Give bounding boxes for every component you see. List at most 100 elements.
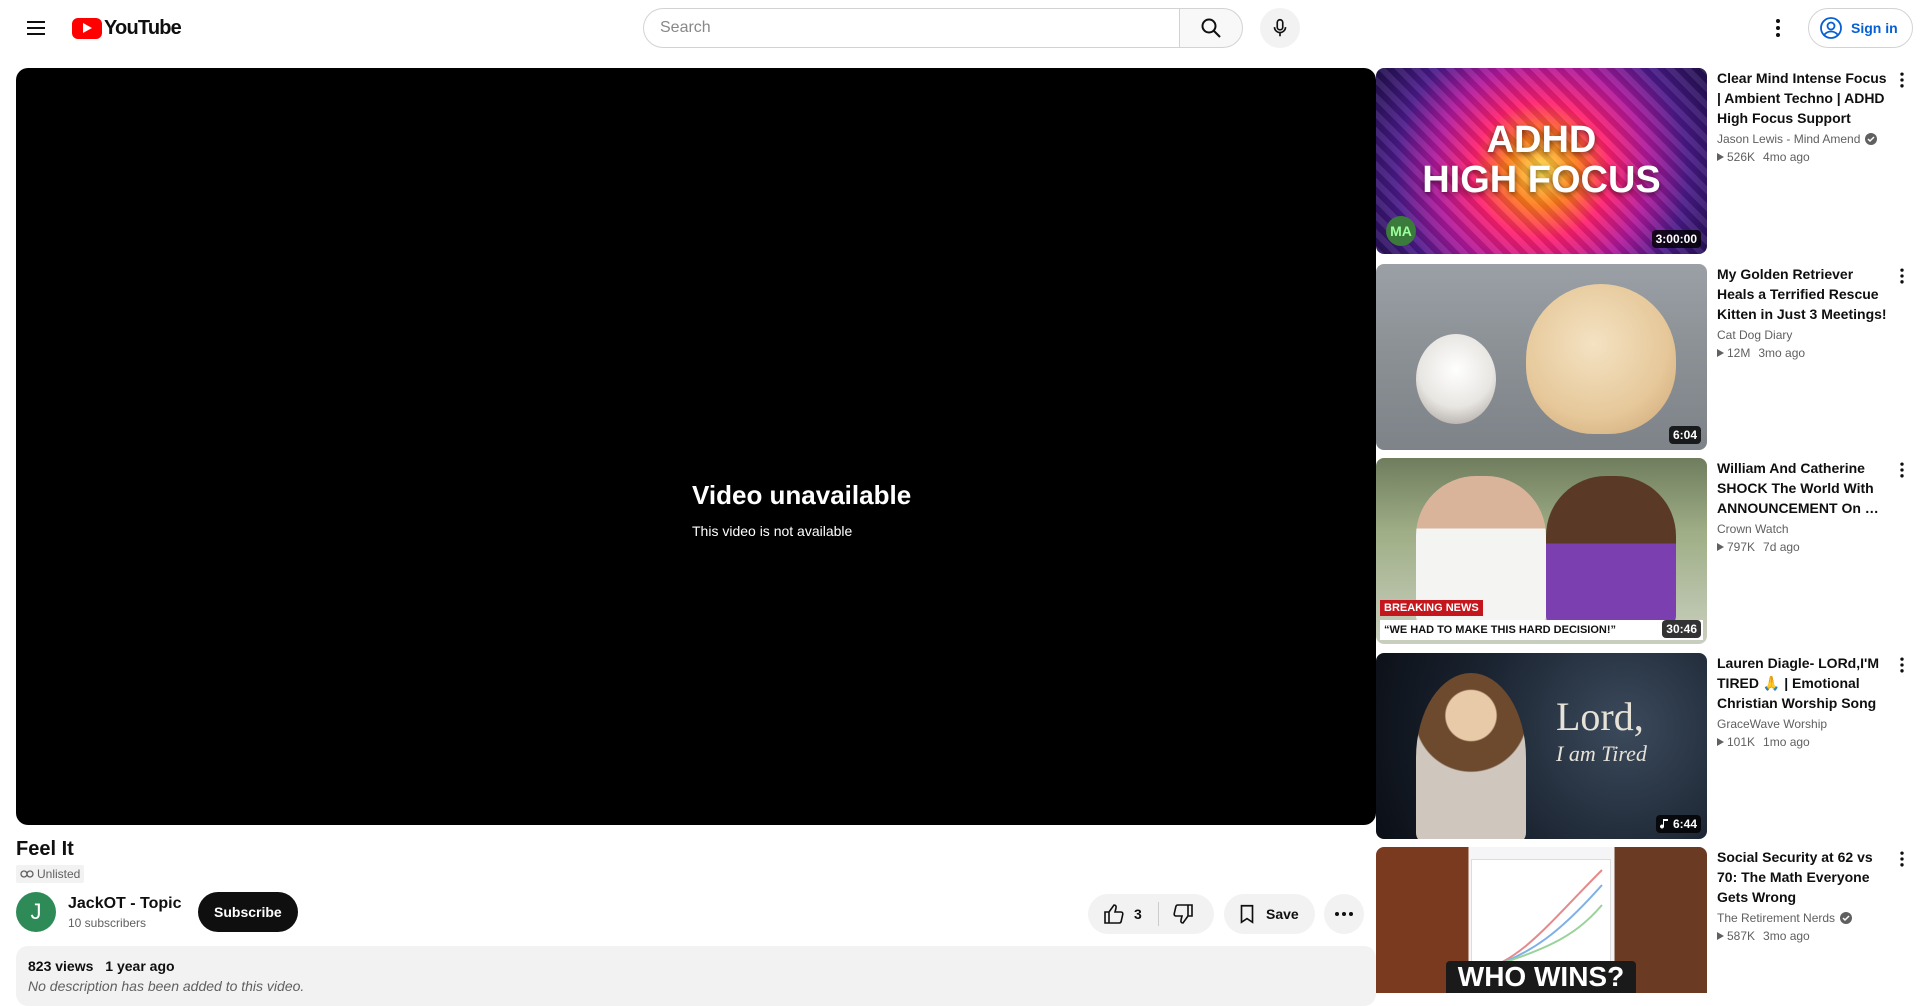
like-dislike-group: 3 — [1088, 894, 1214, 934]
upload-age: 7d ago — [1763, 540, 1800, 554]
dislike-button[interactable] — [1159, 894, 1207, 934]
duration-badge: 6:04 — [1668, 426, 1701, 444]
sign-in-label: Sign in — [1851, 20, 1898, 36]
channel-label: Crown Watch — [1717, 522, 1789, 536]
recommendation-item[interactable]: ADHD HIGH FOCUS MA 3:00:00 Clear Mind Int… — [1376, 68, 1920, 254]
recommendation-title[interactable]: Social Security at 62 vs 70: The Math Ev… — [1717, 847, 1887, 907]
recommendation-title[interactable]: William And Catherine SHOCK The World Wi… — [1717, 458, 1887, 518]
verified-icon — [1865, 133, 1878, 145]
more-vert-icon — [1900, 851, 1904, 867]
channel-label: The Retirement Nerds — [1717, 911, 1836, 925]
subscriber-count: 10 subscribers — [68, 916, 147, 930]
verified-icon — [1840, 912, 1853, 924]
thumbnail-quote: “WE HAD TO MAKE THIS HARD DECISION!” — [1380, 620, 1703, 640]
thumb-down-icon — [1173, 904, 1193, 924]
recommendation-menu-button[interactable] — [1890, 68, 1914, 92]
thumb-up-icon — [1104, 904, 1124, 924]
video-thumbnail[interactable]: BREAKING NEWS “WE HAD TO MAKE THIS HARD … — [1376, 458, 1707, 644]
play-icon — [1717, 932, 1724, 940]
recommendation-channel: The Retirement Nerds — [1717, 911, 1887, 925]
search-input[interactable] — [643, 8, 1179, 48]
more-vert-icon — [1900, 462, 1904, 478]
more-vert-icon — [1900, 72, 1904, 88]
thumbnail-text: WHO WINS? — [1446, 961, 1636, 993]
thumbnail-text: HIGH FOCUS — [1422, 159, 1661, 201]
breaking-news-tag: BREAKING NEWS — [1380, 600, 1483, 616]
recommendation-meta: 587K 3mo ago — [1717, 929, 1887, 943]
recommendation-title[interactable]: My Golden Retriever Heals a Terrified Re… — [1717, 264, 1887, 324]
voice-search-button[interactable] — [1260, 8, 1300, 48]
recommendation-meta: 12M 3mo ago — [1717, 346, 1887, 360]
video-thumbnail[interactable]: ADHD HIGH FOCUS MA 3:00:00 — [1376, 68, 1707, 254]
channel-avatar[interactable]: J — [16, 892, 56, 932]
masthead: YouTube Sign in — [0, 0, 1920, 56]
recommendation-item[interactable]: Lord, I am Tired 6:44 Lauren Diagle- LOR… — [1376, 653, 1920, 839]
thumbnail-text: I am Tired — [1556, 741, 1647, 766]
guide-menu-button[interactable] — [16, 8, 56, 48]
recommendation-meta: 101K 1mo ago — [1717, 735, 1887, 749]
bookmark-icon — [1240, 904, 1254, 924]
link-icon — [20, 870, 34, 878]
play-icon — [1717, 349, 1724, 357]
error-subtitle: This video is not available — [692, 523, 853, 539]
more-horiz-icon — [1335, 912, 1353, 916]
duration-badge: 6:44 — [1655, 815, 1701, 833]
video-thumbnail[interactable]: WHO WINS? — [1376, 847, 1707, 993]
youtube-logo[interactable]: YouTube — [72, 16, 182, 39]
recommendation-item[interactable]: 6:04 My Golden Retriever Heals a Terrifi… — [1376, 264, 1920, 450]
more-vert-icon — [1776, 19, 1780, 37]
view-count: 12M — [1727, 346, 1751, 360]
search-button[interactable] — [1179, 8, 1243, 48]
hamburger-icon — [27, 21, 45, 35]
more-vert-icon — [1900, 268, 1904, 284]
channel-label: Cat Dog Diary — [1717, 328, 1793, 342]
logo-text: YouTube — [104, 16, 182, 39]
recommendation-item[interactable]: BREAKING NEWS “WE HAD TO MAKE THIS HARD … — [1376, 458, 1920, 644]
video-player[interactable]: Video unavailable This video is not avai… — [16, 68, 1376, 825]
recommendation-meta: 526K 4mo ago — [1717, 150, 1887, 164]
more-actions-button[interactable] — [1324, 894, 1364, 934]
settings-menu-button[interactable] — [1758, 8, 1798, 48]
badge-label: Unlisted — [37, 867, 81, 881]
view-count: 587K — [1727, 929, 1756, 943]
error-title: Video unavailable — [692, 480, 912, 510]
recommendation-meta: 797K 7d ago — [1717, 540, 1887, 554]
recommendation-menu-button[interactable] — [1890, 264, 1914, 288]
play-icon — [1717, 738, 1724, 746]
subscribe-button[interactable]: Subscribe — [198, 892, 298, 932]
microphone-icon — [1273, 18, 1287, 37]
error-message: Video unavailable This video is not avai… — [692, 480, 911, 539]
person-figure — [1546, 476, 1676, 626]
sign-in-button[interactable]: Sign in — [1808, 8, 1913, 48]
duration-badge: 3:00:00 — [1651, 230, 1701, 248]
upload-age: 4mo ago — [1763, 150, 1810, 164]
upload-age: 1mo ago — [1763, 735, 1810, 749]
like-button[interactable]: 3 — [1088, 894, 1158, 934]
play-icon — [1717, 543, 1724, 551]
recommendation-title[interactable]: Lauren Diagle- LORd,I'M TIRED 🙏 | Emotio… — [1717, 653, 1887, 713]
channel-owner: J JackOT - Topic 10 subscribers — [16, 892, 182, 932]
channel-name[interactable]: JackOT - Topic — [68, 894, 182, 914]
description-box[interactable]: 823 views 1 year ago No description has … — [16, 946, 1376, 1006]
video-thumbnail[interactable]: Lord, I am Tired 6:44 — [1376, 653, 1707, 839]
account-circle-icon — [1820, 17, 1842, 39]
upload-age: 3mo ago — [1758, 346, 1806, 360]
singer-figure — [1416, 673, 1526, 839]
kitten-figure — [1416, 334, 1496, 424]
video-thumbnail[interactable]: 6:04 — [1376, 264, 1707, 450]
save-button[interactable]: Save — [1224, 894, 1315, 934]
upload-age: 1 year ago — [105, 958, 175, 974]
recommendation-menu-button[interactable] — [1890, 847, 1914, 871]
upload-age: 3mo ago — [1763, 929, 1810, 943]
music-note-icon — [1659, 819, 1668, 829]
channel-label: GraceWave Worship — [1717, 717, 1828, 731]
youtube-play-icon — [72, 17, 102, 39]
recommendation-menu-button[interactable] — [1890, 653, 1914, 677]
description-text: No description has been added to this vi… — [28, 978, 305, 994]
duration-text: 6:44 — [1672, 817, 1697, 831]
recommendation-menu-button[interactable] — [1890, 458, 1914, 482]
recommendation-channel: Jason Lewis - Mind Amend — [1717, 132, 1887, 146]
recommendation-title[interactable]: Clear Mind Intense Focus | Ambient Techn… — [1717, 68, 1887, 128]
play-icon — [1717, 153, 1724, 161]
recommendation-item[interactable]: WHO WINS? Social Security at 62 vs 70: T… — [1376, 847, 1920, 993]
